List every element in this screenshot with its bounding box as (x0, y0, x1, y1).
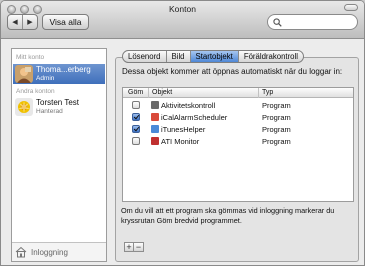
hide-hint-text: Om du vill att ett program ska gömmas vi… (121, 206, 335, 225)
login-items-description: Dessa objekt kommer att öppnas automatis… (122, 67, 343, 76)
hide-checkbox[interactable] (132, 125, 140, 133)
table-row[interactable]: Aktivitetskontroll Program (123, 99, 353, 111)
itunes-icon (151, 125, 159, 133)
house-icon (15, 246, 27, 258)
object-name: iCalAlarmScheduler (161, 113, 228, 122)
object-type: Program (262, 101, 291, 110)
table-row[interactable]: iCalAlarmScheduler Program (123, 111, 353, 123)
tab-login-items[interactable]: Startobjekt (189, 51, 238, 62)
activity-monitor-icon (151, 101, 159, 109)
account-item-torsten[interactable]: Torsten Test Hanterad (13, 97, 105, 117)
column-header-type[interactable]: Typ (262, 89, 273, 98)
account-name: Torsten Test (36, 98, 79, 107)
add-item-button[interactable]: + (124, 242, 134, 252)
column-divider (258, 88, 259, 98)
account-item-thomas[interactable]: Thoma...erberg Admin (13, 64, 105, 84)
accounts-window: Konton ◀ ▶ Visa alla Mitt konto Thoma...… (0, 0, 365, 266)
object-name: iTunesHelper (161, 125, 206, 134)
ical-icon (151, 113, 159, 121)
hide-checkbox[interactable] (132, 113, 140, 121)
object-name: ATI Monitor (161, 137, 200, 146)
remove-item-button[interactable]: − (134, 242, 144, 252)
search-field[interactable] (267, 14, 358, 30)
toolbar-toggle-button[interactable] (344, 4, 358, 11)
other-accounts-heading: Andra konton (16, 88, 55, 95)
back-forward-control: ◀ ▶ (7, 14, 38, 30)
my-account-heading: Mitt konto (16, 54, 45, 61)
search-input[interactable] (285, 17, 355, 27)
search-icon (273, 17, 282, 27)
table-header: Göm Objekt Typ (123, 88, 353, 98)
object-type: Program (262, 125, 291, 134)
object-type: Program (262, 113, 291, 122)
forward-button[interactable]: ▶ (22, 15, 37, 29)
account-role: Hanterad (36, 108, 63, 115)
login-options-item[interactable]: Inloggning (12, 242, 106, 261)
tab-picture[interactable]: Bild (165, 51, 190, 62)
tab-password[interactable]: Lösenord (123, 51, 166, 62)
object-name: Aktivitetskontroll (161, 101, 216, 110)
account-name: Thoma...erberg (36, 65, 91, 74)
hide-checkbox[interactable] (132, 101, 140, 109)
add-remove-control: + − (124, 242, 144, 252)
tab-parental-controls[interactable]: Föräldrakontroll (237, 51, 303, 62)
column-header-object[interactable]: Objekt (152, 89, 172, 98)
login-items-table: Göm Objekt Typ Aktivitetskontroll Progra… (122, 87, 354, 202)
login-options-label: Inloggning (31, 247, 68, 257)
ati-monitor-icon (151, 137, 159, 145)
accounts-sidebar: Mitt konto Thoma...erberg Admin Andra ko… (11, 48, 107, 262)
avatar (15, 65, 33, 83)
title-bar: Konton ◀ ▶ Visa alla (1, 1, 364, 39)
avatar (15, 98, 33, 116)
account-role: Admin (36, 75, 55, 82)
show-all-button[interactable]: Visa alla (42, 14, 89, 30)
object-type: Program (262, 137, 291, 146)
table-row[interactable]: ATI Monitor Program (123, 135, 353, 147)
tab-bar: Lösenord Bild Startobjekt Föräldrakontro… (122, 50, 304, 63)
back-button[interactable]: ◀ (8, 15, 22, 29)
window-title: Konton (169, 4, 196, 14)
hide-checkbox[interactable] (132, 137, 140, 145)
table-row[interactable]: iTunesHelper Program (123, 123, 353, 135)
column-header-hide[interactable]: Göm (128, 89, 143, 98)
column-divider (148, 88, 149, 98)
